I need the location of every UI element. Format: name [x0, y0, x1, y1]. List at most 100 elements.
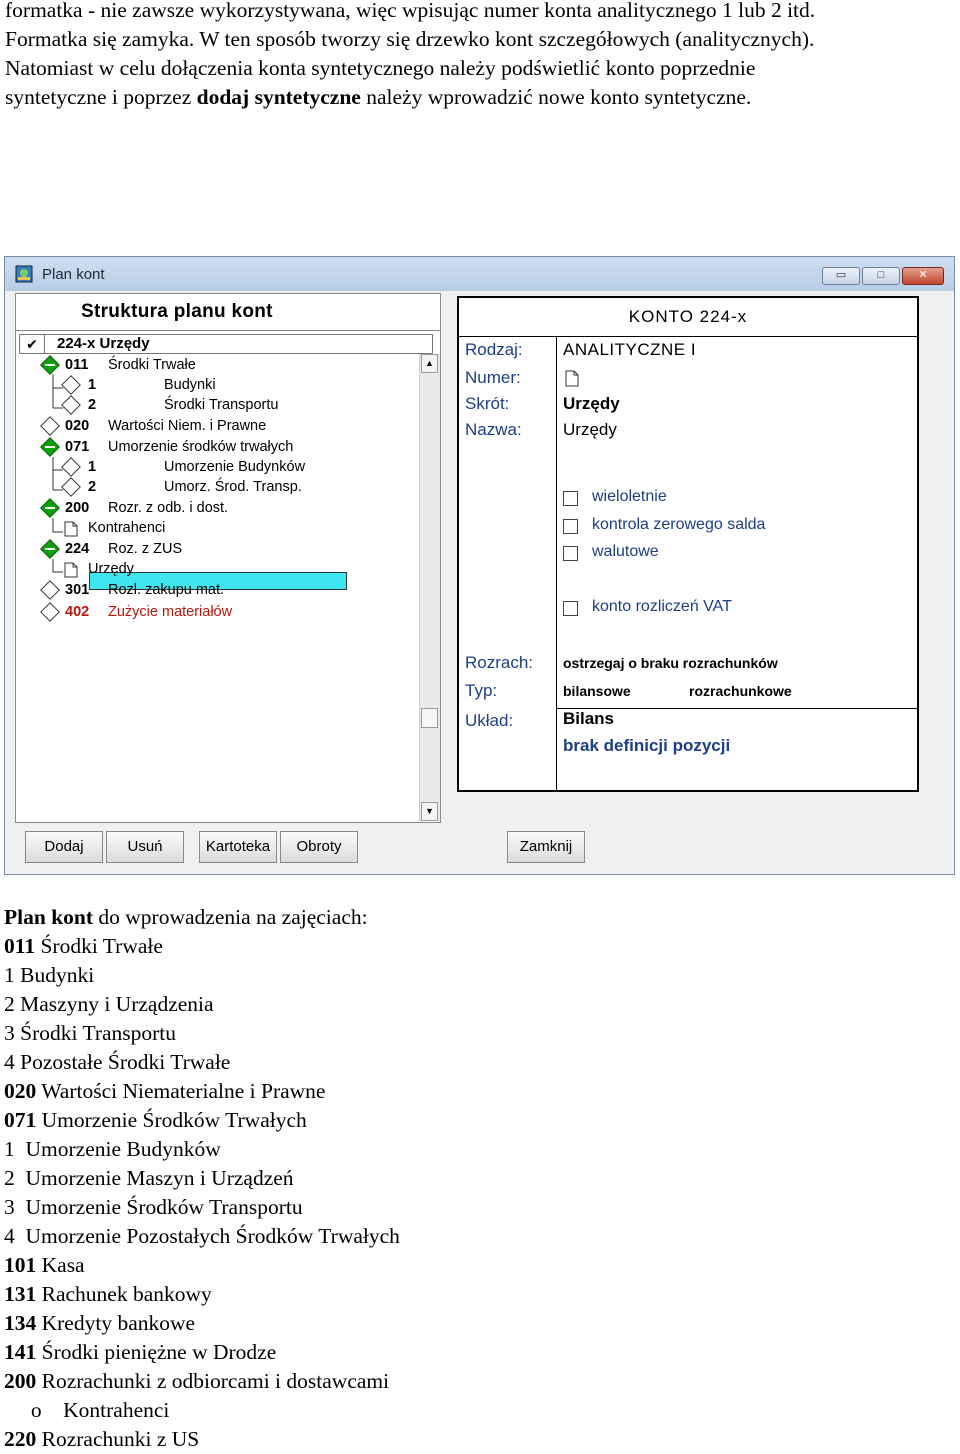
- collapse-icon[interactable]: [40, 437, 60, 457]
- tree-node-200[interactable]: 200 Rozr. z odb. i dost.: [40, 498, 403, 518]
- rozrach-value: ostrzegaj o braku rozrachunków: [563, 655, 778, 671]
- intro-bold-term: dodaj syntetyczne: [196, 85, 361, 109]
- plan-item-code: 3: [4, 1021, 15, 1045]
- tree-node-label: Urzędy: [88, 561, 134, 577]
- typ-value-rozrachunkowe: rozrachunkowe: [689, 683, 792, 699]
- plan-item-text: Rozrachunki z US: [36, 1427, 200, 1451]
- collapse-icon[interactable]: [40, 498, 60, 518]
- rodzaj-value: ANALITYCZNE I: [563, 340, 697, 359]
- tree-scrollbar[interactable]: ▲ ▼: [419, 354, 440, 821]
- tree-node-label: Rozr. z odb. i dost.: [108, 500, 229, 516]
- tree-node-301[interactable]: 301 Rozl. zakupu mat.: [40, 580, 403, 600]
- current-account-field[interactable]: ✔ 224-x Urzędy: [19, 334, 433, 354]
- kontrola-salda-checkbox[interactable]: [563, 519, 578, 534]
- rodzaj-label: Rodzaj:: [465, 340, 523, 359]
- usun-button[interactable]: Usuń: [106, 831, 184, 863]
- tree-node-402[interactable]: 402 Zużycie materiałów: [40, 602, 403, 622]
- plan-item-text: Umorzenie Budynków: [14, 1137, 221, 1161]
- plan-items: 011 Środki Trwałe 1 Budynki 2 Maszyny i Ur…: [4, 932, 400, 1451]
- tree-node-label: Kontrahenci: [88, 520, 166, 536]
- intro-text-part: syntetyczne i poprzez: [5, 85, 197, 109]
- tree-node-011[interactable]: 011 Środki Trwałe: [40, 355, 403, 375]
- account-plan-list: Plan kont do wprowadzenia na zajęciach: …: [4, 903, 400, 1451]
- plan-item-text: Kredyty bankowe: [36, 1311, 196, 1335]
- tree-node-code: 1: [88, 377, 97, 393]
- tree-node-code: 2: [88, 479, 97, 495]
- collapse-icon[interactable]: [40, 355, 60, 375]
- expand-icon[interactable]: [40, 602, 60, 622]
- vat-checkbox[interactable]: [563, 601, 578, 616]
- dodaj-button[interactable]: Dodaj: [25, 831, 103, 863]
- tree-node-071[interactable]: 071 Umorzenie środków trwałych: [40, 437, 403, 457]
- plan-heading-text: do wprowadzenia na zajęciach:: [93, 905, 368, 929]
- obroty-button[interactable]: Obroty: [280, 831, 358, 863]
- plan-item-code: 1: [4, 963, 15, 987]
- tree-node-020[interactable]: 020 Wartości Niem. i Prawne: [40, 416, 403, 436]
- plan-item: 3 Umorzenie Środków Transportu: [4, 1193, 400, 1222]
- title-bar[interactable]: Plan kont ▭ □ ✕: [5, 257, 954, 291]
- tree-node-224[interactable]: 224 Roz. z ZUS: [40, 539, 403, 559]
- intro-line: Natomiast w celu dołączenia konta syntet…: [5, 56, 756, 80]
- tree-leaf-selected[interactable]: Urzędy: [64, 560, 364, 579]
- wieloletnie-checkbox[interactable]: [563, 491, 578, 506]
- scroll-up-icon[interactable]: ▲: [421, 354, 438, 373]
- node-icon: [61, 477, 81, 497]
- plan-item-code: 141: [4, 1340, 37, 1364]
- scrollbar-thumb[interactable]: [421, 708, 438, 728]
- plan-item-code: 2: [4, 1166, 15, 1190]
- intro-line: syntetyczne i poprzez dodaj syntetyczne …: [5, 83, 955, 112]
- plan-item-text: Pozostałe Środki Trwałe: [14, 1050, 231, 1074]
- plan-item-code: 3: [4, 1195, 15, 1219]
- plan-item-text: Wartości Niematerialne i Prawne: [36, 1079, 326, 1103]
- walutowe-checkbox[interactable]: [563, 546, 578, 561]
- plan-item-code: 020: [4, 1079, 37, 1103]
- plan-item: 2 Umorzenie Maszyn i Urządzeń: [4, 1164, 400, 1193]
- collapse-icon[interactable]: [40, 539, 60, 559]
- account-tree-panel: Struktura planu kont ✔ 224-x Urzędy 011 …: [15, 293, 441, 823]
- tree-node-label: Wartości Niem. i Prawne: [108, 418, 267, 434]
- tree-node-label: Umorz. Środ. Transp.: [164, 479, 302, 495]
- tree-leaf[interactable]: 1 Budynki: [61, 375, 364, 395]
- account-header: KONTO 224-x: [459, 298, 917, 337]
- expand-icon[interactable]: [40, 416, 60, 436]
- skrot-label: Skrót:: [465, 394, 510, 413]
- uklad-label: Układ:: [465, 711, 514, 730]
- plan-item-code: 071: [4, 1108, 37, 1132]
- app-icon: [15, 265, 33, 283]
- minimize-button[interactable]: ▭: [822, 267, 860, 285]
- tree-leaf[interactable]: Kontrahenci: [64, 519, 364, 538]
- node-icon: [61, 457, 81, 477]
- tree-leaf[interactable]: 1 Umorzenie Budynków: [61, 457, 364, 477]
- check-icon[interactable]: ✔: [20, 335, 45, 353]
- plan-item-code: 1: [4, 1137, 15, 1161]
- tree-node-code: 020: [65, 418, 90, 434]
- document-icon: [64, 562, 78, 578]
- maximize-button[interactable]: □: [862, 267, 900, 285]
- tree-leaf[interactable]: 2 Środki Transportu: [61, 395, 364, 415]
- plan-heading: Plan kont do wprowadzenia na zajęciach:: [4, 903, 400, 932]
- close-button[interactable]: ✕: [902, 267, 944, 285]
- plan-item-text: Rozrachunki z odbiorcami i dostawcami: [36, 1369, 390, 1393]
- plan-item: 011 Środki Trwałe: [4, 932, 400, 961]
- kartoteka-button[interactable]: Kartoteka: [199, 831, 277, 863]
- tree-node-label: Budynki: [164, 377, 216, 393]
- plan-item-text: Środki Transportu: [14, 1021, 177, 1045]
- checkbox-label: walutowe: [592, 543, 659, 560]
- tree-node-label: Środki Trwałe: [108, 357, 196, 373]
- checkbox-label: konto rozliczeń VAT: [592, 598, 732, 615]
- plan-item: 1 Budynki: [4, 961, 400, 990]
- tree-node-code: 071: [65, 439, 90, 455]
- plan-item: 3 Środki Transportu: [4, 1019, 400, 1048]
- zamknij-button[interactable]: Zamknij: [507, 831, 585, 863]
- intro-text-part: należy wprowadzić nowe konto syntetyczne…: [360, 85, 752, 109]
- plan-item: o Kontrahenci: [4, 1396, 400, 1425]
- plan-item-text: Kontrahenci: [41, 1398, 170, 1422]
- plan-item: 141 Środki pieniężne w Drodze: [4, 1338, 400, 1367]
- scroll-down-icon[interactable]: ▼: [421, 802, 438, 821]
- checkbox-label: wieloletnie: [592, 488, 667, 505]
- expand-icon[interactable]: [40, 580, 60, 600]
- checkbox-label: kontrola zerowego salda: [592, 516, 766, 533]
- plan-item: 2 Maszyny i Urządzenia: [4, 990, 400, 1019]
- tree-leaf[interactable]: 2 Umorz. Środ. Transp.: [61, 477, 364, 497]
- plan-item-text: Rachunek bankowy: [36, 1282, 212, 1306]
